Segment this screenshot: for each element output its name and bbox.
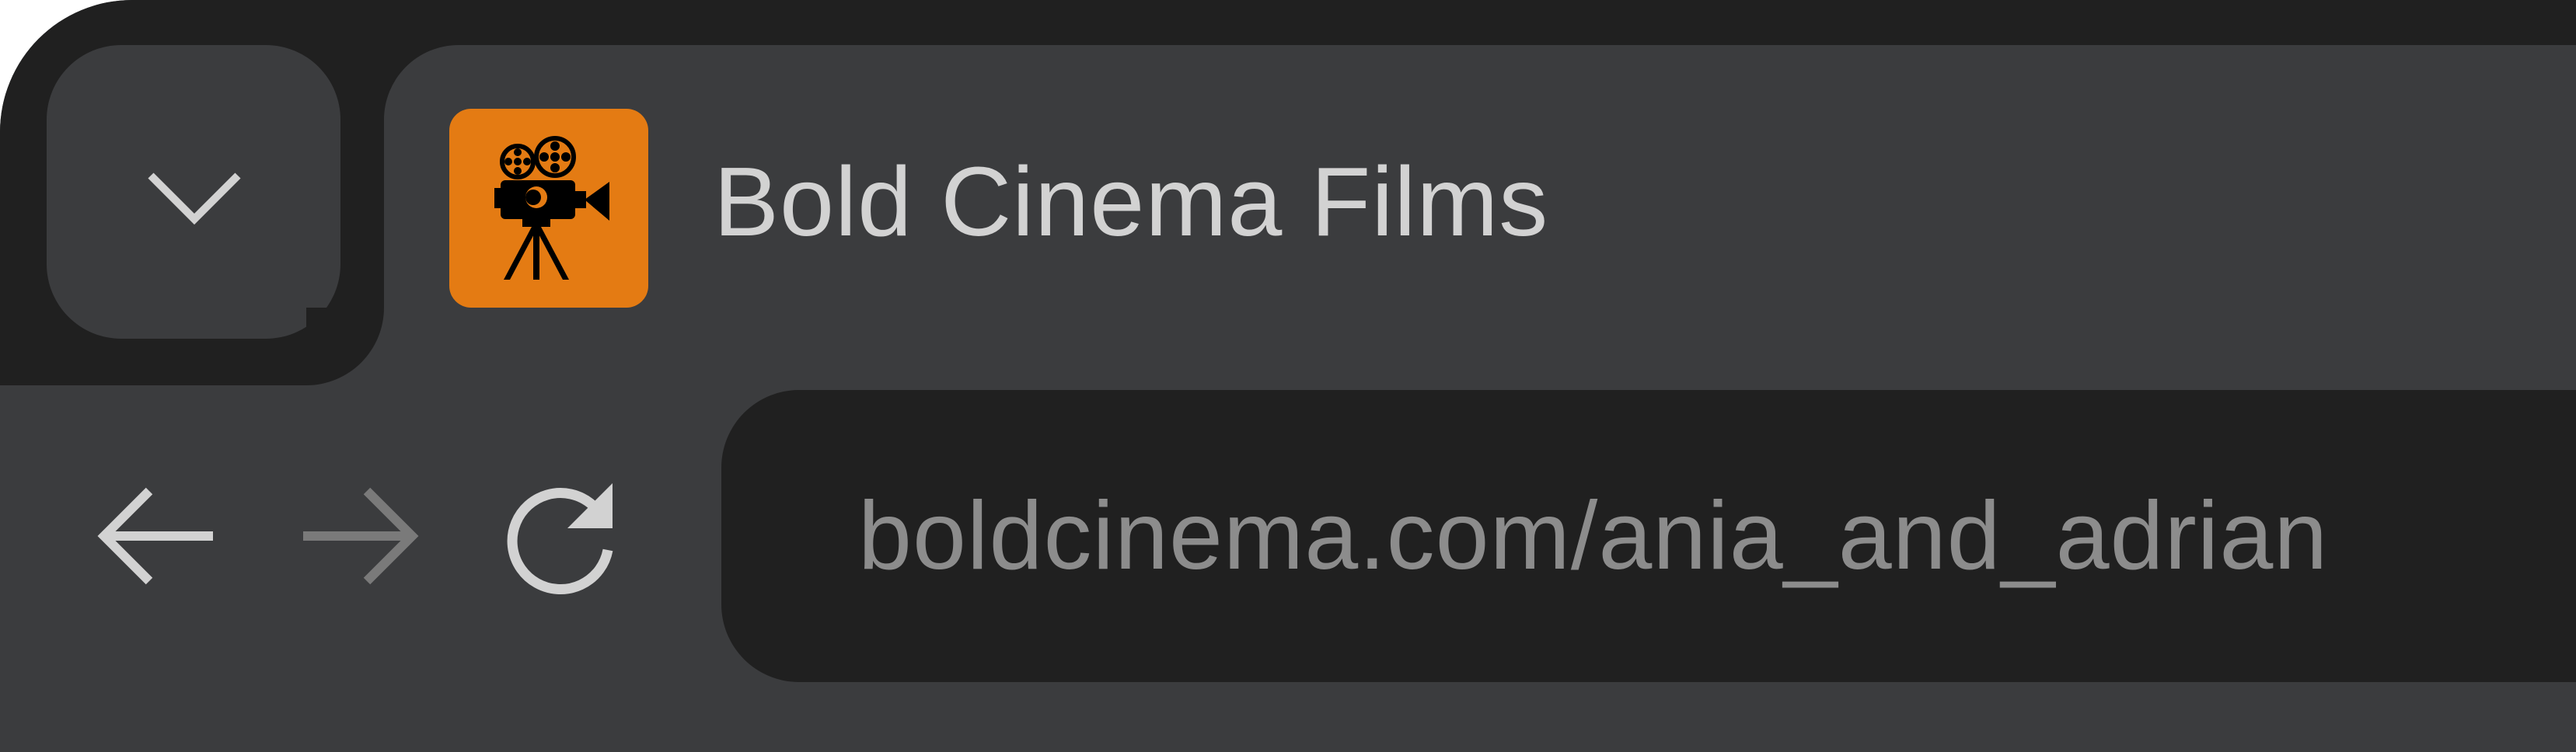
tab-title: Bold Cinema Films <box>714 147 1549 256</box>
browser-window: Bold Cinema Films boldcinema.com/ania_an… <box>0 0 2576 752</box>
reload-icon <box>507 483 613 595</box>
film-projector-icon <box>494 136 609 280</box>
back-button[interactable] <box>87 466 227 606</box>
arrow-left-icon <box>97 487 213 585</box>
url-text[interactable]: boldcinema.com/ania_and_adrian <box>858 474 2328 598</box>
tab-corner <box>306 308 384 385</box>
chevron-down-icon <box>148 172 241 225</box>
tab-list-button[interactable] <box>47 45 340 339</box>
reload-button[interactable] <box>491 466 631 606</box>
favicon <box>449 109 648 308</box>
address-bar[interactable]: boldcinema.com/ania_and_adrian <box>721 390 2576 682</box>
arrow-right-icon <box>303 487 419 585</box>
forward-button[interactable] <box>289 466 429 606</box>
